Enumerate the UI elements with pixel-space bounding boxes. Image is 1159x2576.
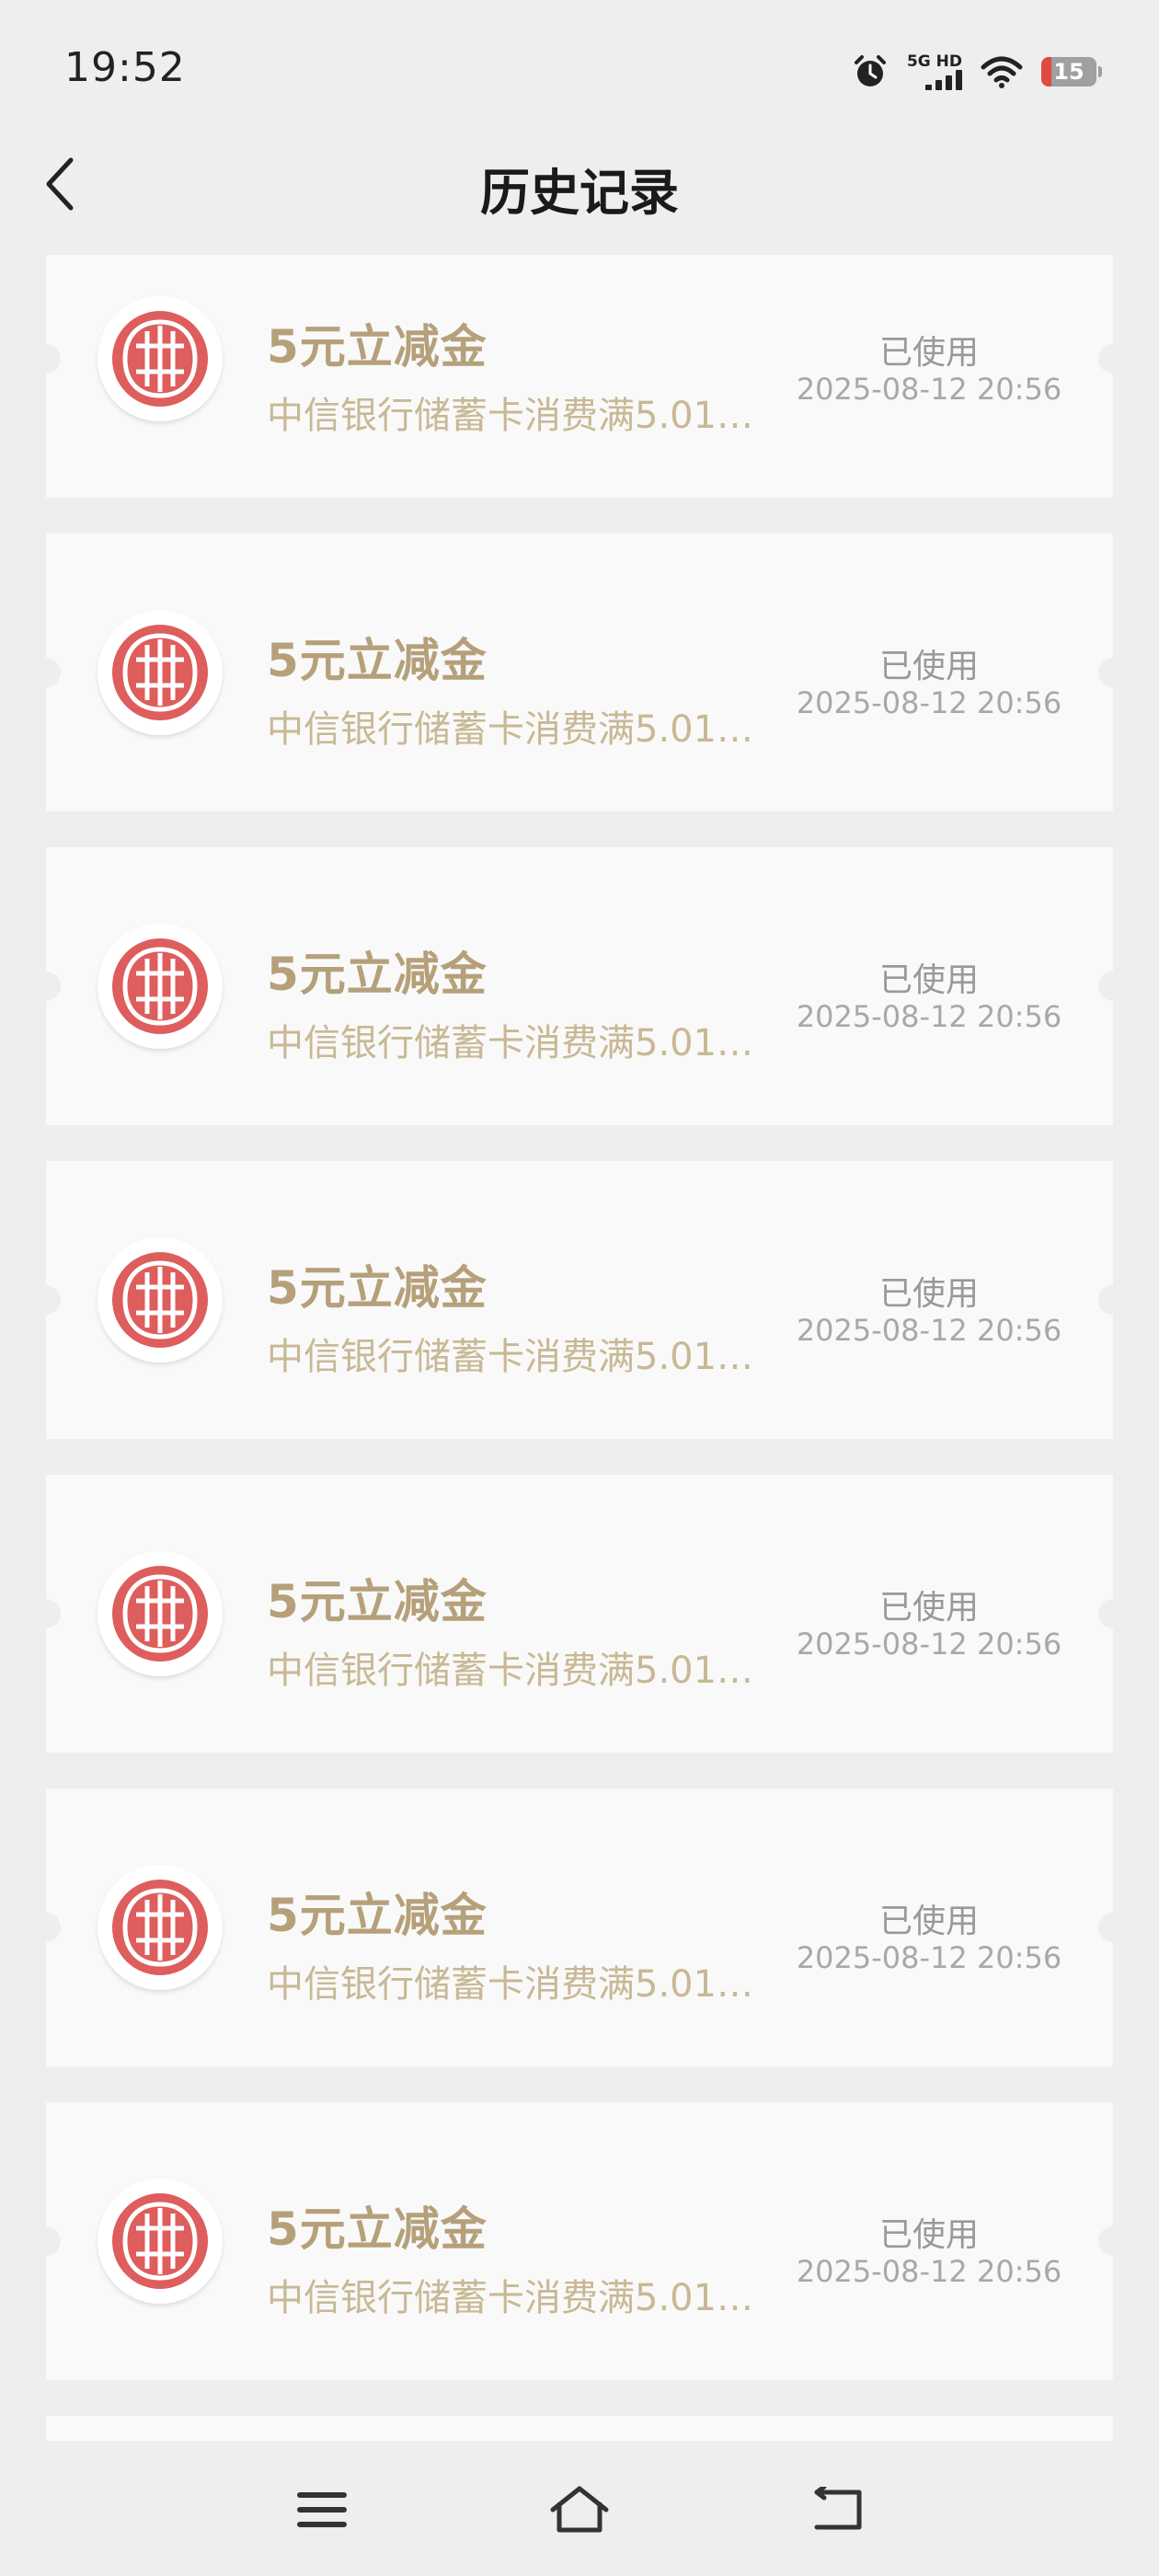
battery-level: 15 [1053, 59, 1084, 85]
coupon-title: 5元立减金 [267, 2202, 488, 2256]
card-notch [46, 344, 61, 374]
coupon-date: 2025-08-12 20:56 [796, 685, 1062, 720]
card-notch [46, 972, 61, 1001]
coupon-record[interactable]: 5元立减金 中信银行储蓄卡消费满5.01… 已使用 2025-08-12 20:… [46, 1788, 1113, 2066]
coupon-title: 5元立减金 [267, 948, 488, 1001]
card-notch [46, 658, 61, 687]
coupon-title: 5元立减金 [267, 634, 488, 687]
coupon-title: 5元立减金 [267, 320, 488, 374]
coupon-status: 已使用 [878, 648, 979, 685]
card-notch [1098, 1913, 1113, 1942]
citic-bank-logo-icon [98, 1551, 223, 1676]
coupon-date: 2025-08-12 20:56 [796, 1627, 1062, 1662]
coupon-record[interactable]: 5元立减金 中信银行储蓄卡消费满5.01… 已使用 2025-08-12 20:… [46, 2102, 1113, 2380]
coupon-record[interactable]: 5元立减金 中信银行储蓄卡消费满5.01… 已使用 2025-08-12 20:… [46, 534, 1113, 811]
battery-icon: 15 [1041, 57, 1102, 86]
status-icons: 5G HD 15 [852, 52, 1102, 92]
page-title: 历史记录 [480, 164, 679, 222]
bottom-nav-bar [0, 2441, 1159, 2576]
card-notch [46, 1913, 61, 1942]
wifi-icon [981, 56, 1023, 88]
citic-bank-logo-icon [98, 296, 223, 421]
coupon-description: 中信银行储蓄卡消费满5.01… [267, 1022, 754, 1064]
coupon-date: 2025-08-12 20:56 [796, 999, 1062, 1034]
card-notch [46, 2226, 61, 2256]
coupon-date: 2025-08-12 20:56 [796, 1313, 1062, 1348]
card-notch [46, 1285, 61, 1315]
return-button[interactable] [800, 2478, 874, 2542]
coupon-status: 已使用 [878, 1275, 979, 1313]
coupon-record-partial[interactable] [46, 2416, 1113, 2441]
coupon-status: 已使用 [878, 1903, 979, 1940]
coupon-status: 已使用 [878, 2216, 979, 2254]
card-notch [46, 1599, 61, 1628]
coupon-date: 2025-08-12 20:56 [796, 2254, 1062, 2289]
citic-bank-logo-icon [98, 610, 223, 735]
coupon-record[interactable]: 5元立减金 中信银行储蓄卡消费满5.01… 已使用 2025-08-12 20:… [46, 847, 1113, 1125]
coupon-description: 中信银行储蓄卡消费满5.01… [267, 395, 754, 437]
coupon-record[interactable]: 5元立减金 中信银行储蓄卡消费满5.01… 已使用 2025-08-12 20:… [46, 1161, 1113, 1439]
coupon-description: 中信银行储蓄卡消费满5.01… [267, 1650, 754, 1692]
coupon-status: 已使用 [878, 1589, 979, 1627]
coupon-record[interactable]: 5元立减金 中信银行储蓄卡消费满5.01… 已使用 2025-08-12 20:… [46, 255, 1113, 498]
home-button[interactable] [543, 2478, 616, 2542]
coupon-description: 中信银行储蓄卡消费满5.01… [267, 1336, 754, 1378]
coupon-description: 中信银行储蓄卡消费满5.01… [267, 2277, 754, 2319]
coupon-description: 中信银行储蓄卡消费满5.01… [267, 708, 754, 751]
status-time: 19:52 [64, 44, 186, 91]
coupon-title: 5元立减金 [267, 1261, 488, 1315]
card-notch [1098, 1599, 1113, 1628]
alarm-icon [854, 55, 886, 86]
citic-bank-logo-icon [98, 1237, 223, 1363]
coupon-date: 2025-08-12 20:56 [796, 1940, 1062, 1975]
coupon-status: 已使用 [878, 961, 979, 999]
citic-bank-logo-icon [98, 2179, 223, 2304]
menu-icon [297, 2492, 347, 2527]
signal-icon: 5G HD [907, 53, 962, 90]
coupon-date: 2025-08-12 20:56 [796, 372, 1062, 407]
coupon-description: 中信银行储蓄卡消费满5.01… [267, 1963, 754, 2006]
return-icon [814, 2487, 862, 2530]
history-list[interactable]: 5元立减金 中信银行储蓄卡消费满5.01… 已使用 2025-08-12 20:… [46, 255, 1113, 2441]
network-label: 5G HD [906, 52, 962, 71]
coupon-title: 5元立减金 [267, 1575, 488, 1628]
status-bar: 19:52 5G HD 15 [0, 0, 1159, 138]
card-notch [1098, 972, 1113, 1001]
citic-bank-logo-icon [98, 1865, 223, 1990]
card-notch [1098, 2226, 1113, 2256]
home-icon [550, 2486, 609, 2533]
coupon-status: 已使用 [878, 334, 979, 372]
card-notch [1098, 1285, 1113, 1315]
citic-bank-logo-icon [98, 924, 223, 1049]
card-notch [1098, 658, 1113, 687]
coupon-record[interactable]: 5元立减金 中信银行储蓄卡消费满5.01… 已使用 2025-08-12 20:… [46, 1475, 1113, 1753]
coupon-title: 5元立减金 [267, 1889, 488, 1942]
menu-button[interactable] [285, 2478, 359, 2542]
card-notch [1098, 344, 1113, 374]
